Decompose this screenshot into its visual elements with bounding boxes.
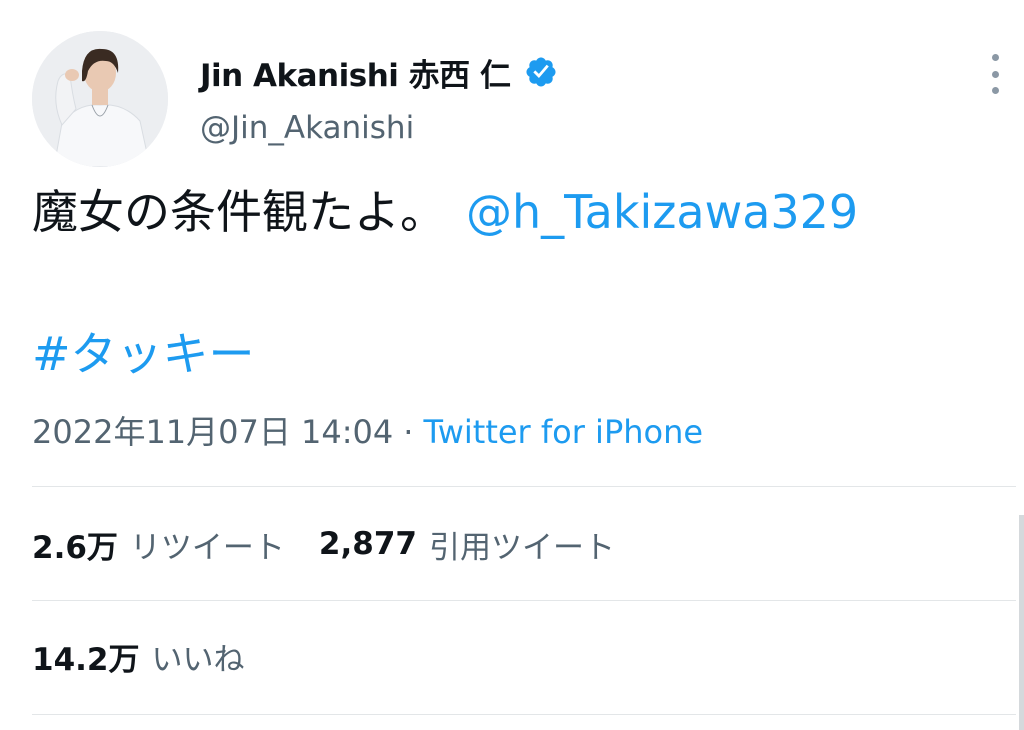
more-dot [991, 70, 999, 78]
avatar[interactable] [32, 31, 168, 167]
retweets-label: リツイート [129, 529, 285, 566]
meta-separator: · [403, 413, 414, 451]
tweet-timestamp[interactable]: 2022年11月07日 14:04 [32, 413, 393, 451]
likes-count: 14.2万 [32, 641, 140, 678]
author-handle[interactable]: @Jin_Akanishi [200, 110, 414, 146]
author-name-row[interactable]: Jin Akanishi 赤西 仁 [200, 50, 558, 94]
author-display-name[interactable]: Jin Akanishi 赤西 仁 [200, 50, 511, 95]
quotes-stat[interactable]: 2,877 引用ツイート [319, 522, 615, 567]
hashtag-link[interactable]: #タッキー [32, 322, 255, 386]
scrollbar[interactable] [1019, 515, 1024, 730]
user-avatar-photo-icon [32, 31, 168, 167]
likes-stat[interactable]: 14.2万 いいね [32, 634, 245, 679]
tweet-source-link[interactable]: Twitter for iPhone [423, 413, 703, 451]
more-dot [991, 54, 999, 61]
more-dot [991, 87, 999, 94]
tweet-text-line: 魔女の条件観たよ。 [32, 185, 446, 239]
divider [32, 486, 1016, 487]
retweets-stat[interactable]: 2.6万 リツイート [32, 522, 285, 567]
retweets-count: 2.6万 [32, 529, 118, 566]
verified-badge-icon [524, 55, 558, 89]
retweet-stats-row: 2.6万 リツイート 2,877 引用ツイート [32, 520, 615, 568]
divider [32, 600, 1016, 601]
mention-link[interactable]: @h_Takizawa329 [466, 185, 858, 239]
tweet-meta: 2022年11月07日 14:04 · Twitter for iPhone [32, 408, 703, 456]
quotes-count: 2,877 [318, 526, 417, 562]
likes-stats-row: 14.2万 いいね [32, 632, 245, 680]
quotes-label: 引用ツイート [428, 529, 615, 566]
divider [32, 714, 1016, 715]
likes-label: いいね [151, 641, 245, 678]
more-vertical-icon[interactable] [982, 54, 1008, 94]
tweet-text: 魔女の条件観たよ。 @h_Takizawa329 [32, 180, 858, 244]
